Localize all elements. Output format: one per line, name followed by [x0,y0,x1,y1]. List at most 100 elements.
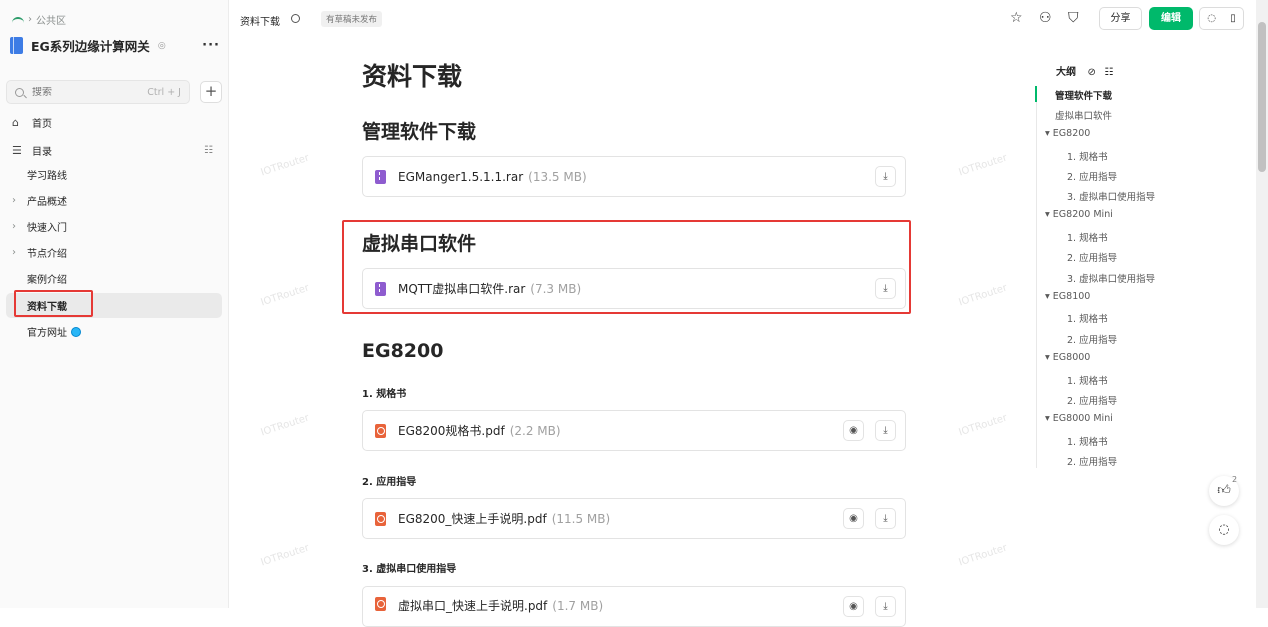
outline-item[interactable]: ▾ EG8000 Mini [1045,413,1113,424]
search-shortcut: Ctrl + J [147,86,181,98]
tree-item[interactable]: 学习路线 [6,162,222,187]
outline-item[interactable]: 管理软件下载 [1055,88,1112,102]
outline-item[interactable]: 2. 应用指导 [1067,393,1117,407]
outline-item[interactable]: 2. 应用指导 [1067,332,1117,346]
hide-outline-icon[interactable]: ⊘ [1087,67,1095,78]
expand-arrow-icon[interactable]: › [12,221,16,232]
file-name[interactable]: EG8200_快速上手说明.pdf (11.5 MB) [398,510,610,527]
doc-title: 资料下载 [240,17,280,28]
subsection-heading: 3. 虚拟串口使用指导 [362,564,457,575]
nav-toc-label: 目录 [32,146,52,158]
more-options-icon[interactable]: ··· [202,38,220,53]
preview-icon[interactable]: ◉ [843,596,864,617]
globe-icon [71,327,81,337]
present-icon[interactable]: ⛉ [1068,10,1079,26]
star-icon[interactable]: ☆ [1010,10,1023,26]
comment-icon: ◌ [1218,522,1230,537]
book-icon [10,37,23,54]
collapse-icon[interactable]: ▾ [1045,413,1053,424]
outline-item[interactable]: 2. 应用指导 [1067,169,1117,183]
breadcrumb-workspace[interactable]: 公共区 [36,12,66,27]
tree-item-label: 快速入门 [27,223,67,234]
nav-home[interactable]: ⌂ 首页 [0,115,229,130]
outline-list-icon[interactable]: ☷ [1104,67,1113,78]
download-icon[interactable]: ⤓ [875,420,896,441]
collapse-icon[interactable]: ▾ [1045,352,1053,363]
outline-item[interactable]: ▾ EG8000 [1045,352,1090,363]
preview-icon[interactable]: ◉ [843,420,864,441]
download-icon[interactable]: ⤓ [875,596,896,617]
search-box[interactable]: Ctrl + J [6,80,190,104]
file-attachment[interactable]: EG8200规格书.pdf (2.2 MB) ◉ ⤓ [362,410,906,451]
comment-icon[interactable]: ◌ [1207,13,1216,24]
watermark: IOTRouter [259,152,311,179]
toc-settings-icon[interactable]: ☷ [204,145,213,156]
outline-item[interactable]: 3. 虚拟串口使用指导 [1067,189,1155,203]
collapse-icon[interactable]: ▾ [1045,128,1053,139]
tree-item-label: 官方网址 [27,324,81,339]
sidebar: › 公共区 EG系列边缘计算网关 ◎ ··· Ctrl + J + ⌂ 首页 ☰… [0,0,229,608]
preview-icon[interactable]: ◉ [843,508,864,529]
section-heading: EG8200 [362,340,444,362]
outline-item[interactable]: 3. 虚拟串口使用指导 [1067,271,1155,285]
home-icon: ⌂ [12,115,19,129]
add-button[interactable]: + [200,81,222,103]
tree-item[interactable]: › 产品概述 [6,188,222,213]
outline-item[interactable]: 1. 规格书 [1067,230,1108,244]
tree-item[interactable]: › 节点介绍 [6,240,222,265]
expand-arrow-icon[interactable]: › [12,247,16,258]
collapse-icon[interactable]: ▾ [1045,209,1053,220]
outline-title: 大纲 [1056,67,1076,78]
file-name[interactable]: EGManger1.5.1.1.rar (13.5 MB) [398,170,587,184]
share-button[interactable]: 分享 [1099,7,1142,30]
pdf-file-icon [375,423,386,438]
tree-item[interactable]: 案例介绍 [6,266,222,291]
watermark: IOTRouter [957,412,1009,439]
collapse-icon[interactable]: ▾ [1045,291,1053,302]
watermark: IOTRouter [957,152,1009,179]
like-count: 2 [1232,475,1238,484]
outline-item[interactable]: ▾ EG8200 [1045,128,1090,139]
tree-item[interactable]: › 快速入门 [6,214,222,239]
draft-badge[interactable]: 有草稿未发布 [321,11,383,27]
breadcrumb[interactable]: › 公共区 [12,12,66,27]
file-attachment[interactable]: EGManger1.5.1.1.rar (13.5 MB) ⤓ [362,156,906,197]
pdf-file-icon [375,511,386,526]
knowledge-base-name[interactable]: EG系列边缘计算网关 [31,36,150,55]
search-input[interactable] [32,86,142,98]
search-icon [15,87,24,97]
file-name[interactable]: EG8200规格书.pdf (2.2 MB) [398,422,561,439]
highlight-box-sidebar [14,290,93,317]
file-name[interactable]: 虚拟串口_快速上手说明.pdf (1.7 MB) [398,597,603,614]
edit-button[interactable]: 编辑 [1149,7,1193,30]
file-attachment[interactable]: 虚拟串口_快速上手说明.pdf (1.7 MB) ◉ ⤓ [362,586,906,627]
outline-item[interactable]: 1. 规格书 [1067,149,1108,163]
tree-item-label: 节点介绍 [27,249,67,260]
top-bar: 资料下载 有草稿未发布 ☆ ⚇ ⛉ 分享 编辑 ◌ ▯ [229,0,1268,38]
section-heading: 管理软件下载 [362,121,477,143]
outline-item[interactable]: 2. 应用指导 [1067,454,1117,468]
watermark: IOTRouter [259,542,311,569]
scrollbar-thumb[interactable] [1258,22,1266,172]
page-title: 资料下载 [362,62,463,91]
outline-item[interactable]: 1. 规格书 [1067,311,1108,325]
download-icon[interactable]: ⤓ [875,508,896,529]
outline-item[interactable]: 2. 应用指导 [1067,250,1117,264]
subsection-heading: 2. 应用指导 [362,477,417,488]
add-user-icon[interactable]: ⚇ [1039,10,1052,26]
outline-item[interactable]: 虚拟串口软件 [1055,108,1112,122]
thumbs-up-icon: 👍︎ [1217,483,1231,498]
comment-button[interactable]: ◌ [1209,515,1239,545]
sidebar-toggle-icon[interactable]: ▯ [1230,13,1236,24]
expand-arrow-icon[interactable]: › [12,195,16,206]
download-icon[interactable]: ⤓ [875,166,896,187]
tree-item[interactable]: 官方网址 [6,319,222,344]
outline-item[interactable]: 1. 规格书 [1067,434,1108,448]
file-attachment[interactable]: EG8200_快速上手说明.pdf (11.5 MB) ◉ ⤓ [362,498,906,539]
outline-item[interactable]: ▾ EG8100 [1045,291,1090,302]
outline-item[interactable]: 1. 规格书 [1067,373,1108,387]
history-icon[interactable] [291,14,300,23]
outline-active-indicator [1035,86,1037,102]
nav-toc[interactable]: ☰ 目录 ☷ [0,143,229,158]
outline-item[interactable]: ▾ EG8200 Mini [1045,209,1113,220]
